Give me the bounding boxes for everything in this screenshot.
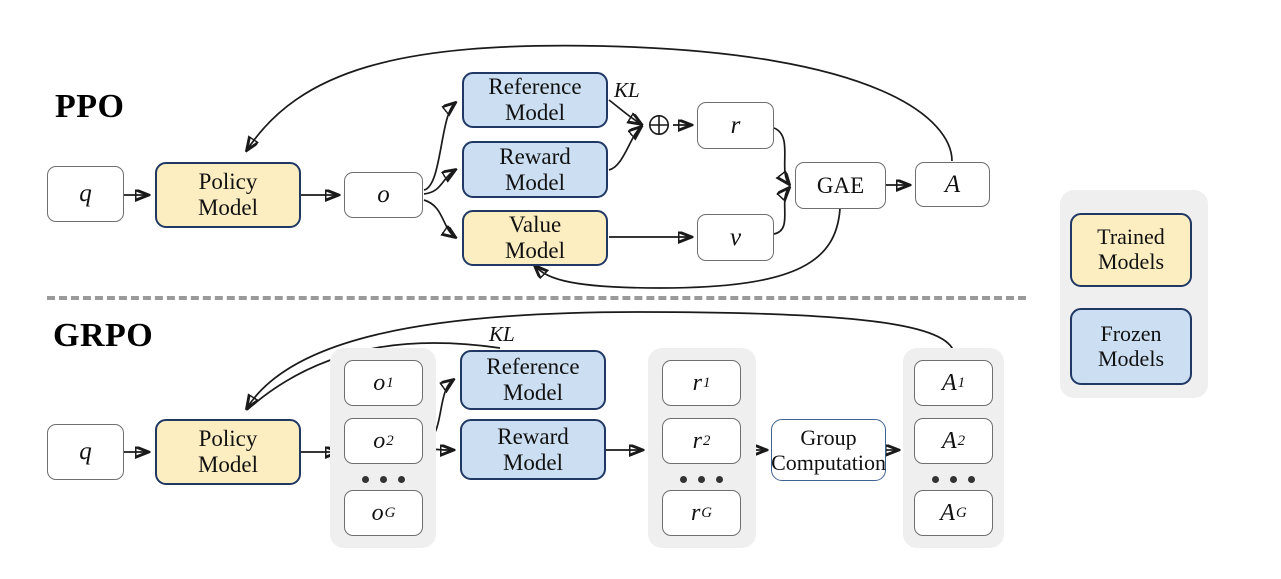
- grpo-output-sub-g: G: [384, 504, 396, 521]
- section-divider: [47, 296, 1026, 300]
- grpo-output-base-2: o: [373, 427, 386, 454]
- grpo-kl-label: KL: [489, 322, 515, 346]
- ppo-reference-model-line1: Reference: [488, 74, 582, 100]
- grpo-group-computation-box: Group Computation: [771, 419, 886, 481]
- ppo-query-label: q: [79, 180, 92, 207]
- grpo-reward-sub-g: G: [701, 504, 713, 521]
- legend-frozen-line2: Models: [1098, 345, 1164, 371]
- ppo-value-box: v: [697, 214, 774, 261]
- ppo-advantage-label: A: [944, 170, 961, 198]
- grpo-advantage-sub-2: 2: [957, 432, 966, 449]
- grpo-advantage-item-1: A1: [914, 360, 993, 406]
- ppo-gae-label: GAE: [816, 172, 865, 198]
- grpo-reference-model-line1: Reference: [486, 354, 580, 380]
- grpo-reward-item-1: r1: [662, 360, 741, 406]
- grpo-reference-model-line2: Model: [502, 380, 564, 405]
- ppo-value-model-box: Value Model: [462, 210, 608, 266]
- grpo-reward-base-g: r: [690, 499, 701, 526]
- ppo-reward-box: r: [697, 102, 774, 149]
- ppo-reward-label: r: [730, 111, 741, 139]
- grpo-reward-item-g: rG: [662, 490, 741, 536]
- diagram-canvas: PPO q Policy Model o Reference Model Rew…: [0, 0, 1281, 579]
- ppo-reference-model-box: Reference Model: [462, 72, 608, 128]
- grpo-reward-base-1: r: [692, 369, 702, 396]
- grpo-reward-item-2: r2: [662, 418, 741, 464]
- legend-item-frozen-models: Frozen Models: [1070, 308, 1192, 385]
- ppo-output-label: o: [377, 181, 390, 208]
- grpo-output-sub-1: 1: [386, 374, 394, 391]
- grpo-reference-model-box: Reference Model: [460, 350, 606, 410]
- grpo-advantage-item-g: AG: [914, 490, 993, 536]
- grpo-reward-model-line2: Model: [502, 449, 564, 475]
- ppo-reward-model-line2: Model: [504, 169, 566, 195]
- grpo-output-base-g: o: [371, 499, 384, 526]
- ppo-value-label: v: [729, 223, 742, 251]
- grpo-advantage-base-g: A: [940, 499, 955, 526]
- legend-trained-line1: Trained: [1097, 224, 1165, 250]
- ppo-value-model-line1: Value: [508, 212, 562, 238]
- grpo-output-base-1: o: [373, 369, 386, 396]
- ppo-query-box: q: [47, 166, 124, 222]
- ppo-title: PPO: [55, 88, 125, 125]
- legend-trained-line2: Models: [1098, 249, 1164, 274]
- grpo-policy-model-line1: Policy: [198, 426, 258, 452]
- ppo-reward-model-line1: Reward: [499, 143, 571, 169]
- grpo-query-box: q: [47, 424, 124, 480]
- grpo-policy-model-line2: Model: [197, 452, 259, 477]
- ppo-advantage-box: A: [915, 162, 990, 207]
- ppo-reward-model-box: Reward Model: [462, 141, 608, 198]
- ppo-kl-label: KL: [614, 78, 640, 102]
- grpo-advantage-sub-g: G: [955, 504, 967, 521]
- grpo-group-computation-line2: Computation: [771, 450, 886, 475]
- grpo-advantage-sub-1: 1: [957, 374, 966, 391]
- ppo-reference-model-line2: Model: [504, 100, 566, 125]
- grpo-output-item-2: o2: [344, 418, 423, 464]
- grpo-advantage-base-2: A: [941, 427, 957, 454]
- grpo-advantage-base-1: A: [941, 369, 957, 396]
- grpo-output-sub-2: 2: [386, 432, 394, 449]
- ppo-gae-box: GAE: [795, 162, 886, 209]
- grpo-reward-model-line1: Reward: [497, 423, 569, 449]
- ppo-policy-model-box: Policy Model: [155, 162, 301, 228]
- plus-operator-icon: [648, 114, 670, 136]
- grpo-output-item-1: o1: [344, 360, 423, 406]
- grpo-reward-base-2: r: [692, 427, 702, 454]
- grpo-reward-sub-1: 1: [702, 374, 711, 391]
- grpo-reward-sub-2: 2: [702, 432, 711, 449]
- grpo-advantages-ellipsis: [914, 472, 993, 486]
- ppo-value-model-line2: Model: [504, 238, 566, 263]
- ppo-output-box: o: [344, 172, 423, 218]
- ppo-policy-model-line1: Policy: [198, 169, 258, 195]
- grpo-advantage-item-2: A2: [914, 418, 993, 464]
- grpo-policy-model-box: Policy Model: [155, 419, 301, 485]
- grpo-output-item-g: oG: [344, 490, 423, 536]
- grpo-outputs-ellipsis: [344, 472, 423, 486]
- legend-frozen-line1: Frozen: [1100, 320, 1162, 346]
- grpo-reward-model-box: Reward Model: [460, 419, 606, 480]
- grpo-query-label: q: [79, 438, 92, 465]
- grpo-rewards-ellipsis: [662, 472, 741, 486]
- ppo-policy-model-line2: Model: [197, 195, 259, 220]
- grpo-group-computation-line1: Group: [800, 424, 857, 450]
- grpo-title: GRPO: [53, 317, 154, 354]
- legend-item-trained-models: Trained Models: [1070, 213, 1192, 287]
